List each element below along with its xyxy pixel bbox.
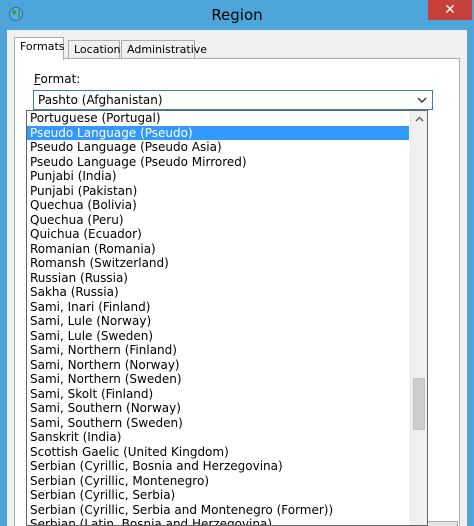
dropdown-option[interactable]: Serbian (Cyrillic, Serbia) (27, 488, 409, 503)
format-options-list: Portuguese (Portugal) Pseudo Language (Ps… (27, 111, 409, 525)
scrollbar[interactable] (410, 111, 428, 525)
window-title: Region (211, 6, 263, 24)
dropdown-option[interactable]: Serbian (Cyrillic, Montenegro) (27, 474, 409, 489)
dropdown-option[interactable]: Pseudo Language (Pseudo Asia) (27, 140, 409, 155)
format-dropdown[interactable]: Pashto (Afghanistan) (33, 90, 433, 110)
dropdown-option[interactable]: Sami, Lule (Norway) (27, 314, 409, 329)
tab-administrative[interactable]: Administrative (121, 40, 207, 59)
chevron-down-icon (417, 97, 427, 103)
dropdown-option[interactable]: Sakha (Russia) (27, 285, 409, 300)
dropdown-option[interactable]: Sami, Inari (Finland) (27, 300, 409, 315)
dropdown-option[interactable]: Serbian (Latin, Bosnia and Herzegovina) (27, 517, 409, 525)
tab-location[interactable]: Location (68, 40, 121, 59)
format-dropdown-value: Pashto (Afghanistan) (38, 93, 163, 107)
dropdown-option[interactable]: Sami, Southern (Sweden) (27, 416, 409, 431)
dropdown-option[interactable]: Sanskrit (India) (27, 430, 409, 445)
dropdown-option[interactable]: Sami, Skolt (Finland) (27, 387, 409, 402)
format-dropdown-list: Portuguese (Portugal) Pseudo Language (Ps… (26, 110, 428, 526)
scroll-thumb[interactable] (413, 378, 425, 430)
dropdown-option[interactable]: Romansh (Switzerland) (27, 256, 409, 271)
dropdown-option[interactable]: Quichua (Ecuador) (27, 227, 409, 242)
dropdown-option[interactable]: Sami, Northern (Norway) (27, 358, 409, 373)
format-label-text: ormat: (40, 72, 81, 86)
title-bar[interactable]: Region ✕ (0, 0, 474, 30)
format-label: Format: (34, 72, 80, 86)
dropdown-option[interactable]: Pseudo Language (Pseudo) (27, 125, 409, 140)
dropdown-option[interactable]: Romanian (Romania) (27, 242, 409, 257)
dropdown-option[interactable]: Punjabi (Pakistan) (27, 184, 409, 199)
dropdown-option[interactable]: Pseudo Language (Pseudo Mirrored) (27, 155, 409, 170)
dropdown-option[interactable]: Scottish Gaelic (United Kingdom) (27, 445, 409, 460)
dropdown-option[interactable]: Sami, Lule (Sweden) (27, 329, 409, 344)
dropdown-option[interactable]: Russian (Russia) (27, 271, 409, 286)
tab-formats[interactable]: Formats (14, 37, 65, 60)
dropdown-option[interactable]: Sami, Northern (Finland) (27, 343, 409, 358)
dropdown-option[interactable]: Sami, Southern (Norway) (27, 401, 409, 416)
dropdown-option[interactable]: Sami, Northern (Sweden) (27, 372, 409, 387)
dropdown-option[interactable]: Quechua (Bolivia) (27, 198, 409, 213)
dropdown-option[interactable]: Punjabi (India) (27, 169, 409, 184)
dropdown-option[interactable]: Quechua (Peru) (27, 213, 409, 228)
region-window: Region ✕ Formats Location Administrative… (0, 0, 474, 526)
dropdown-option[interactable]: Serbian (Cyrillic, Serbia and Montenegro… (27, 503, 409, 518)
dropdown-option[interactable]: Portuguese (Portugal) (27, 111, 409, 126)
scroll-up-icon[interactable] (411, 111, 428, 128)
close-button[interactable]: ✕ (428, 0, 472, 20)
dropdown-option[interactable]: Serbian (Cyrillic, Bosnia and Herzegovin… (27, 459, 409, 474)
